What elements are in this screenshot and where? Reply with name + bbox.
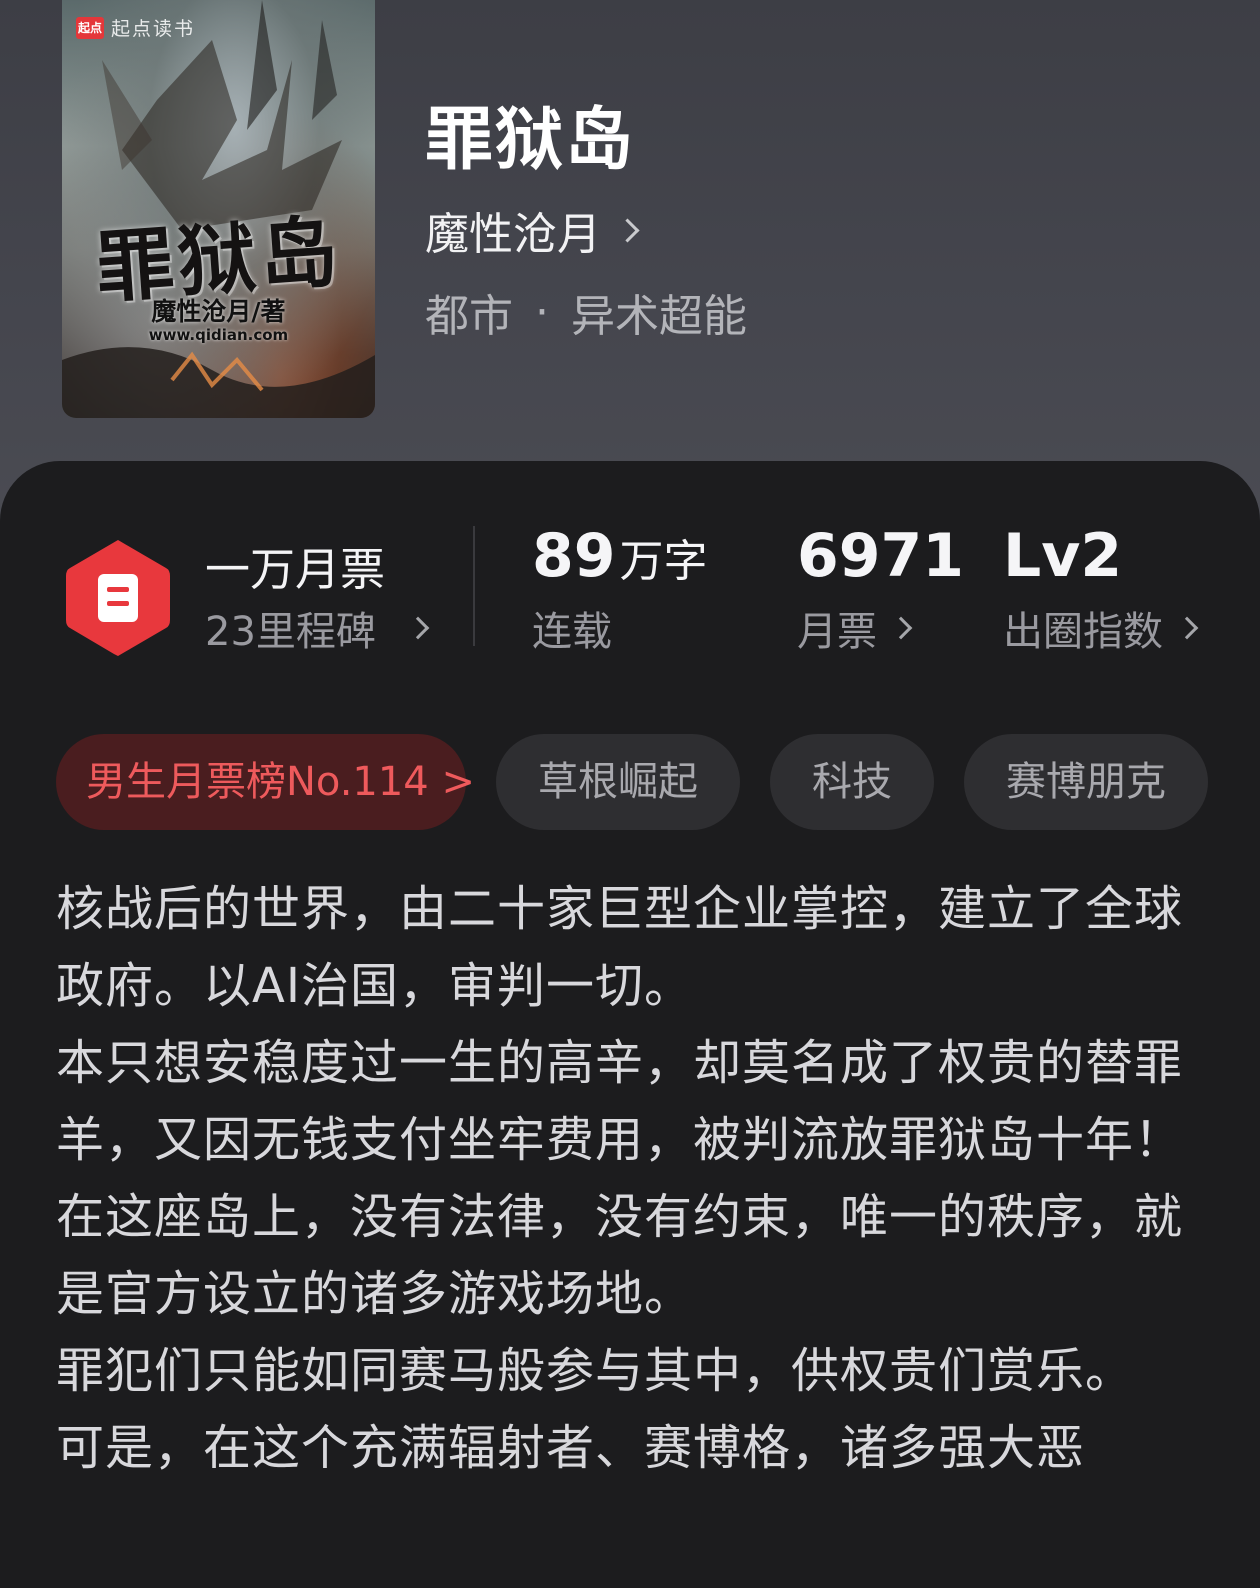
popularity-label: 出圈指数: [1003, 599, 1199, 657]
synopsis-paragraph: 可是，在这个充满辐射者、赛博格，诸多强大恶: [56, 1420, 1086, 1476]
synopsis-paragraph: 罪犯们只能如同赛马般参与其中，供权贵们赏乐。: [56, 1343, 1135, 1399]
genre-sub[interactable]: 异术超能: [571, 280, 747, 344]
word-count-unit: 万字: [619, 536, 708, 587]
monthly-votes-value: 6971: [797, 521, 964, 591]
author-link[interactable]: 魔性沧月: [425, 198, 640, 262]
chevron-right-icon: [615, 217, 640, 243]
milestone-link[interactable]: 23里程碑: [205, 599, 430, 657]
chevron-right-icon: [889, 616, 913, 640]
cover-url: www.qidian.com: [148, 326, 289, 344]
tag-row: 男生月票榜No.114 > 草根崛起 科技 赛博朋克: [56, 734, 1238, 830]
book-title: 罪狱岛: [425, 101, 636, 180]
book-cover[interactable]: 起点 起点读书 罪狱岛 魔性沧月/著 www.qidian.com: [62, 0, 375, 418]
stat-popularity[interactable]: Lv2 出圈指数: [1003, 521, 1199, 657]
synopsis-paragraph: 本只想安稳度过一生的高辛，却莫名成了权贵的替罪羊，又因无钱支付坐牢费用，被判流放…: [56, 1035, 1184, 1168]
monthly-votes-label: 月票: [797, 599, 964, 657]
word-count-value: 89万字: [532, 521, 708, 591]
milestone-title: 一万月票: [205, 543, 386, 596]
chevron-right-icon: [406, 616, 430, 640]
stats-row: 一万月票 23里程碑 89万字 连载 6971 月票 Lv2 出圈指数: [0, 461, 1260, 681]
qidian-logo: 起点: [76, 16, 104, 39]
chevron-right-icon: [1175, 616, 1199, 640]
tag-chip[interactable]: 赛博朋克: [964, 734, 1208, 830]
word-count-label: 连载: [532, 609, 612, 655]
synopsis[interactable]: 核战后的世界，由二十家巨型企业掌控，建立了全球政府。以AI治国，审判一切。 本只…: [56, 871, 1206, 1487]
ticket-icon: [66, 540, 170, 656]
tag-chip[interactable]: 科技: [770, 734, 934, 830]
author-name: 魔性沧月: [425, 209, 601, 260]
milestone-subtitle: 23里程碑: [205, 609, 376, 655]
tag-chip[interactable]: 草根崛起: [496, 734, 740, 830]
popularity-value: Lv2: [1003, 521, 1123, 591]
stats-divider: [473, 526, 475, 646]
genre-row: 都市 · 异术超能: [425, 280, 747, 344]
genre-main[interactable]: 都市: [425, 280, 513, 344]
book-header: 起点 起点读书 罪狱岛 魔性沧月/著 www.qidian.com 罪狱岛 魔性…: [0, 0, 1260, 470]
book-detail-panel: 一万月票 23里程碑 89万字 连载 6971 月票 Lv2 出圈指数 男生月票…: [0, 461, 1260, 1588]
cover-brand: 起点 起点读书: [76, 14, 195, 41]
cover-brand-text: 起点读书: [111, 18, 196, 40]
stat-word-count: 89万字 连载: [532, 521, 708, 657]
synopsis-paragraph: 核战后的世界，由二十家巨型企业掌控，建立了全球政府。以AI治国，审判一切。: [56, 881, 1184, 1014]
rank-tag[interactable]: 男生月票榜No.114 >: [56, 734, 475, 830]
stat-monthly-votes[interactable]: 6971 月票: [797, 521, 964, 657]
cover-author: 魔性沧月/著: [151, 297, 286, 326]
synopsis-paragraph: 在这座岛上，没有法律，没有约束，唯一的秩序，就是官方设立的诸多游戏场地。: [56, 1189, 1184, 1322]
genre-separator: ·: [535, 286, 549, 338]
